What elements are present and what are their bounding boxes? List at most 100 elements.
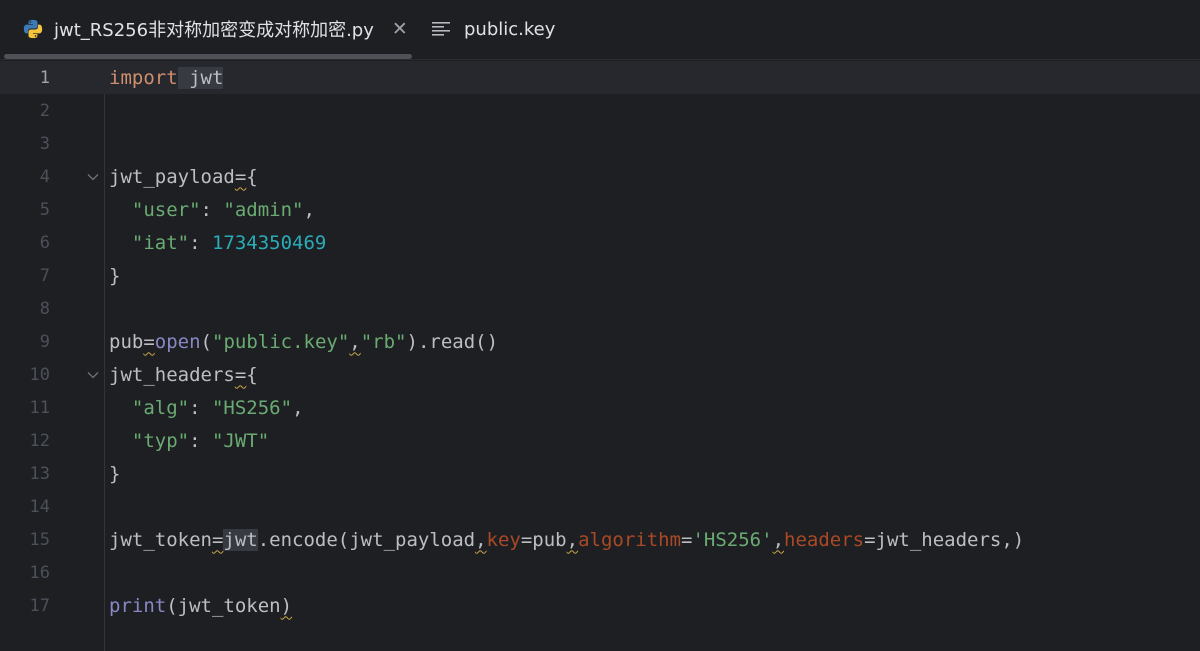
line-number: 2 — [39, 100, 50, 121]
code-line[interactable]: 11 "alg": "HS256", — [0, 391, 1200, 424]
code-token: .encode(jwt_payload — [257, 528, 476, 551]
code-token: , — [772, 528, 785, 551]
code-token: "iat" — [131, 231, 190, 254]
line-number: 12 — [29, 430, 50, 451]
line-number: 1 — [39, 67, 50, 88]
code-token: { — [246, 165, 258, 188]
code-text: pub=open("public.key","rb").read() — [109, 331, 498, 353]
code-line[interactable]: 13} — [0, 457, 1200, 490]
code-token: =pub — [520, 528, 567, 551]
code-text: import jwt — [109, 66, 224, 89]
code-text: jwt_payload={ — [109, 166, 258, 188]
line-number: 9 — [39, 331, 50, 352]
code-token: 1734350469 — [211, 231, 327, 254]
close-icon[interactable]: ✕ — [392, 19, 408, 39]
code-token: : — [189, 231, 212, 254]
code-token: jwt — [189, 66, 224, 89]
line-number: 4 — [39, 166, 50, 187]
code-token: = — [143, 330, 155, 353]
line-number: 7 — [39, 265, 50, 286]
code-token: 'HS256' — [692, 528, 773, 551]
code-token: , — [566, 528, 579, 551]
line-number: 8 — [39, 298, 50, 319]
line-number: 5 — [39, 199, 50, 220]
chevron-down-icon[interactable] — [86, 170, 100, 184]
line-number: 14 — [29, 496, 50, 517]
code-token: headers — [784, 528, 865, 551]
code-token: "HS256" — [211, 396, 293, 419]
code-token: : — [189, 396, 212, 419]
line-number: 10 — [29, 364, 50, 385]
code-token: print — [109, 594, 167, 617]
code-text: "user": "admin", — [109, 199, 315, 221]
code-token: =jwt_headers,) — [864, 528, 1025, 551]
line-number: 16 — [29, 562, 50, 583]
python-icon — [23, 19, 43, 39]
code-token: algorithm — [578, 528, 682, 551]
active-tab-indicator — [4, 54, 412, 59]
code-token — [177, 66, 190, 89]
code-token: = — [234, 363, 247, 386]
code-token: : — [189, 429, 212, 452]
code-line[interactable]: 12 "typ": "JWT" — [0, 424, 1200, 457]
code-token: jwt_headers — [109, 363, 235, 386]
code-token: } — [109, 264, 121, 287]
code-editor[interactable]: 1 import jwt 2 3 4 jwt_payload={ 5 "user": "ad… — [0, 61, 1200, 651]
code-token: , — [475, 528, 487, 551]
code-line[interactable]: 8 — [0, 292, 1200, 325]
code-token: "JWT" — [211, 429, 270, 452]
code-line[interactable]: 10 jwt_headers={ — [0, 358, 1200, 391]
code-token: "user" — [131, 198, 201, 221]
code-token: "alg" — [131, 396, 190, 419]
text-file-icon — [432, 22, 450, 36]
code-token: "rb" — [360, 330, 407, 353]
tab-label: public.key — [464, 18, 556, 40]
code-line[interactable]: 6 "iat": 1734350469 — [0, 226, 1200, 259]
code-text: } — [109, 265, 120, 287]
tab-label: jwt_RS256非对称加密变成对称加密.py — [54, 20, 374, 41]
code-token: import — [109, 66, 178, 89]
code-text: "typ": "JWT" — [109, 430, 269, 452]
code-line[interactable]: 5 "user": "admin", — [0, 193, 1200, 226]
code-line[interactable]: 2 — [0, 94, 1200, 127]
code-text: "alg": "HS256", — [109, 397, 304, 419]
code-text: "iat": 1734350469 — [109, 232, 326, 254]
code-line[interactable]: 14 — [0, 490, 1200, 523]
code-text: } — [109, 463, 120, 485]
code-token: = — [211, 528, 224, 551]
line-number: 13 — [29, 463, 50, 484]
line-number: 17 — [29, 595, 50, 616]
line-number: 15 — [29, 529, 50, 550]
code-token: = — [681, 528, 693, 551]
code-token: { — [246, 363, 258, 386]
line-number: 11 — [29, 397, 50, 418]
code-token: ).read() — [406, 330, 499, 353]
code-token: , — [292, 396, 304, 419]
code-line[interactable]: 17 print(jwt_token) — [0, 589, 1200, 622]
code-token: "public.key" — [212, 330, 350, 353]
code-token: open — [154, 330, 201, 353]
code-line[interactable]: 16 — [0, 556, 1200, 589]
code-token: , — [349, 330, 361, 353]
code-token: jwt — [223, 528, 258, 551]
code-text: jwt_headers={ — [109, 364, 258, 386]
code-line[interactable]: 7} — [0, 259, 1200, 292]
code-line[interactable]: 15 jwt_token=jwt.encode(jwt_payload,key=p… — [0, 523, 1200, 556]
code-line[interactable]: 9 pub=open("public.key","rb").read() — [0, 325, 1200, 358]
code-line[interactable]: 3 — [0, 127, 1200, 160]
tab-public-key[interactable]: public.key — [430, 0, 555, 58]
code-token: ) — [280, 594, 293, 617]
code-text: jwt_token=jwt.encode(jwt_payload,key=pub… — [109, 528, 1025, 551]
code-line[interactable]: 4 jwt_payload={ — [0, 160, 1200, 193]
code-line[interactable]: 1 import jwt — [0, 61, 1200, 94]
chevron-down-icon[interactable] — [86, 368, 100, 382]
code-token: jwt_token — [109, 528, 212, 551]
tab-jwt-script[interactable]: jwt_RS256非对称加密变成对称加密.py ✕ — [0, 0, 412, 58]
line-number: 6 — [39, 232, 50, 253]
code-token: "typ" — [131, 429, 190, 452]
code-token: ( — [200, 330, 212, 353]
